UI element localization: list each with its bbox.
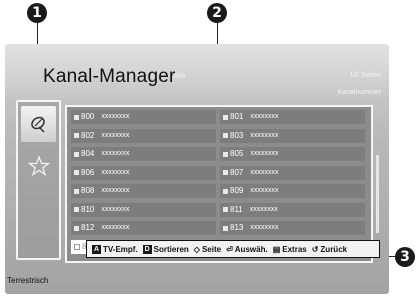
channel-name: xxxxxxxx <box>250 150 279 157</box>
channel-name: xxxxxxxx <box>250 187 279 194</box>
channel-marker-icon <box>223 170 228 175</box>
channel-item[interactable]: 810 xxxxxxxx <box>71 202 216 217</box>
channel-item[interactable]: 800 xxxxxxxx <box>71 110 216 124</box>
channel-number: 809 <box>230 186 244 195</box>
channel-number: 808 <box>81 186 95 195</box>
sort-key[interactable]: D Sortieren <box>142 244 189 254</box>
channel-name: xxxxxxxx <box>101 168 130 176</box>
page-indicator: 1/2 Seiten <box>349 72 381 79</box>
star-icon <box>27 155 50 177</box>
channel-number: 804 <box>81 149 95 158</box>
channel-name: xxxxxxxx <box>250 131 279 139</box>
channel-name: xxxxxxxx <box>250 224 279 231</box>
d-button-icon: D <box>142 244 152 254</box>
a-button-icon: A <box>92 244 101 254</box>
channel-marker-icon <box>74 207 79 212</box>
channel-item[interactable]: 801 xxxxxxxx <box>220 110 365 124</box>
sidebar-item-antenna[interactable] <box>21 106 56 142</box>
channel-number: 800 <box>81 112 95 121</box>
channel-number: 802 <box>81 130 95 140</box>
satellite-dish-icon <box>30 116 45 133</box>
channel-number: 810 <box>81 204 95 214</box>
channel-item[interactable]: 808 xxxxxxxx <box>71 184 216 198</box>
channel-marker-icon <box>74 243 80 250</box>
page-subtitle: Alle <box>174 73 186 80</box>
channel-item[interactable]: 811 xxxxxxxx <box>220 202 365 217</box>
channel-marker-icon <box>223 207 228 212</box>
page-arrows-icon: ◇ <box>193 244 200 254</box>
channel-name: xxxxxxxx <box>101 187 130 194</box>
sort-indicator: Kanalnummer <box>337 89 381 96</box>
channel-name: xxxxxxxx <box>249 205 278 213</box>
callout-marker-3: 3 <box>395 247 415 267</box>
return-key[interactable]: ↺ Zurück <box>312 245 347 254</box>
channel-marker-icon <box>74 188 79 194</box>
tv-receiver-key[interactable]: A TV-Empf. <box>92 244 138 254</box>
tools-key[interactable]: ▤ Extras <box>273 245 307 254</box>
sidebar-item-favorites[interactable] <box>21 148 56 184</box>
key-guide-bar: A TV-Empf. D Sortieren ◇ Seite ⏎ Auswäh.… <box>86 240 380 258</box>
channel-item[interactable]: 806 xxxxxxxx <box>71 165 216 180</box>
channel-name: xxxxxxxx <box>101 150 130 157</box>
channel-marker-icon <box>74 133 79 138</box>
select-key[interactable]: ⏎ Auswäh. <box>226 245 268 254</box>
channel-item[interactable]: 803 xxxxxxxx <box>220 128 365 143</box>
channel-item[interactable]: 804 xxxxxxxx <box>71 147 216 161</box>
channel-number: 813 <box>230 223 244 232</box>
channel-marker-icon <box>223 151 228 157</box>
channel-marker-icon <box>223 188 228 194</box>
list-scrollbar[interactable] <box>376 155 379 233</box>
channel-name: xxxxxxxx <box>101 224 130 231</box>
channel-marker-icon <box>223 225 228 231</box>
channel-number: 811 <box>230 204 243 214</box>
callout-marker-1: 1 <box>27 3 47 23</box>
channel-number: 805 <box>230 149 244 158</box>
channel-name: xxxxxxxx <box>250 113 279 120</box>
callout-marker-2: 2 <box>207 3 227 23</box>
channel-name: xxxxxxxx <box>101 113 130 120</box>
channel-marker-icon <box>74 170 79 175</box>
channel-item[interactable]: 812 xxxxxxxx <box>71 221 216 235</box>
tools-icon: ▤ <box>272 244 281 254</box>
channel-marker-icon <box>74 225 79 231</box>
channel-item[interactable]: 802 xxxxxxxx <box>71 128 216 143</box>
channel-name: xxxxxxxx <box>250 168 279 176</box>
channel-item[interactable]: 813 xxxxxxxx <box>220 221 365 235</box>
channel-marker-icon <box>74 114 79 120</box>
enter-icon: ⏎ <box>226 244 233 254</box>
channel-marker-icon <box>74 151 79 157</box>
channel-number: 807 <box>230 167 244 177</box>
page-key[interactable]: ◇ Seite <box>194 245 221 254</box>
channel-number: 801 <box>230 112 244 121</box>
channel-item[interactable]: 807 xxxxxxxx <box>220 165 365 180</box>
channel-number: 812 <box>81 223 95 232</box>
channel-number: 806 <box>81 167 95 177</box>
channel-name: xxxxxxxx <box>101 131 130 139</box>
category-sidebar <box>16 100 61 260</box>
source-label: Terrestrisch <box>7 276 49 285</box>
channel-marker-icon <box>223 114 228 120</box>
return-icon: ↺ <box>311 244 319 254</box>
channel-item[interactable]: 805 xxxxxxxx <box>220 147 365 161</box>
channel-name: xxxxxxxx <box>101 205 130 213</box>
page-title: Kanal-Manager <box>43 66 176 87</box>
channel-item[interactable]: 809 xxxxxxxx <box>220 184 365 198</box>
channel-number: 803 <box>230 130 244 140</box>
channel-marker-icon <box>223 133 228 138</box>
